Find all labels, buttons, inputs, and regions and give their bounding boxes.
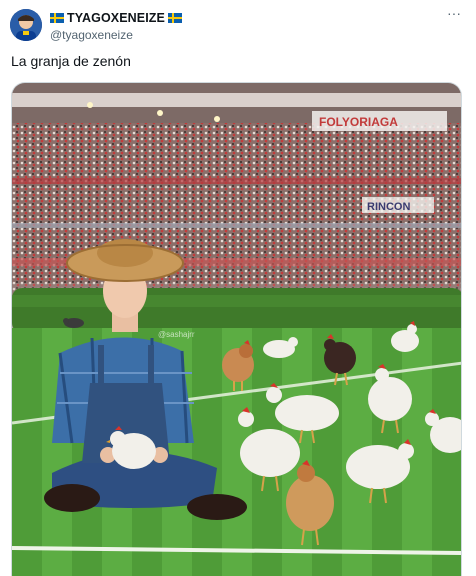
stadium-banner-text: FOLYORIAGA: [319, 115, 398, 129]
display-name-row[interactable]: TYAGOXENEIZE: [50, 10, 182, 26]
tweet-text: La granja de zenón: [11, 53, 131, 69]
more-options-button[interactable]: ···: [444, 5, 464, 22]
avatar-illustration: [10, 9, 42, 41]
stadium-banner-text: RINCON: [367, 201, 410, 213]
stadium-farmer-photo: FOLYORIAGA RINCON @sashajrr: [12, 83, 461, 576]
display-name[interactable]: TYAGOXENEIZE: [67, 11, 165, 25]
sweden-flag-icon: [50, 13, 64, 23]
avatar[interactable]: [10, 9, 42, 41]
tweet-media-image[interactable]: FOLYORIAGA RINCON @sashajrr: [11, 82, 462, 576]
more-horizontal-icon: ···: [447, 5, 461, 21]
sweden-flag-icon: [167, 13, 182, 23]
author-block: TYAGOXENEIZE @tyagoxeneize: [50, 10, 182, 42]
watermark-text: @sashajrr: [158, 330, 195, 339]
user-handle[interactable]: @tyagoxeneize: [50, 28, 182, 42]
tweet-card: TYAGOXENEIZE @tyagoxeneize ··· La granja…: [0, 0, 476, 576]
